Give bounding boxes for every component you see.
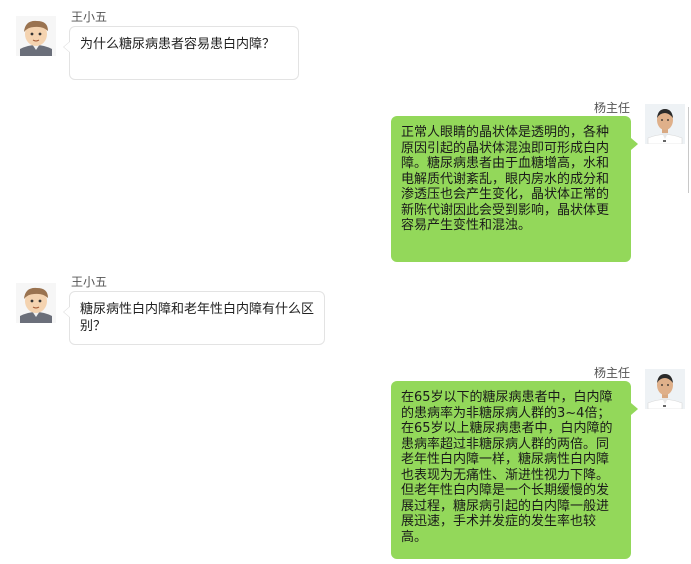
patient-avatar-icon[interactable] — [16, 16, 56, 56]
message-bubble: 在65岁以下的糖尿病患者中，白内障的患病率为非糖尿病人群的3~4倍；在65岁以上… — [391, 381, 638, 559]
sender-name: 王小五 — [71, 275, 108, 289]
sender-name: 杨主任 — [594, 366, 631, 380]
sender-name: 王小五 — [71, 10, 108, 24]
message-bubble: 糖尿病性白内障和老年性白内障有什么区别？ — [63, 291, 325, 345]
sender-name: 杨主任 — [594, 101, 631, 115]
doctor-avatar-icon[interactable] — [645, 104, 685, 144]
chat-thread: 王小五 为什么糖尿病患者容易患白内障？ 杨主任 正常人眼睛的晶状体是透明的，各种… — [0, 0, 691, 564]
message-bubble: 为什么糖尿病患者容易患白内障？ — [63, 26, 299, 80]
message-bubble: 正常人眼睛的晶状体是透明的，各种原因引起的晶状体混浊即可形成白内障。糖尿病患者由… — [391, 116, 638, 262]
doctor-avatar-icon[interactable] — [645, 369, 685, 409]
patient-avatar-icon[interactable] — [16, 283, 56, 323]
scrollbar[interactable] — [688, 107, 689, 193]
